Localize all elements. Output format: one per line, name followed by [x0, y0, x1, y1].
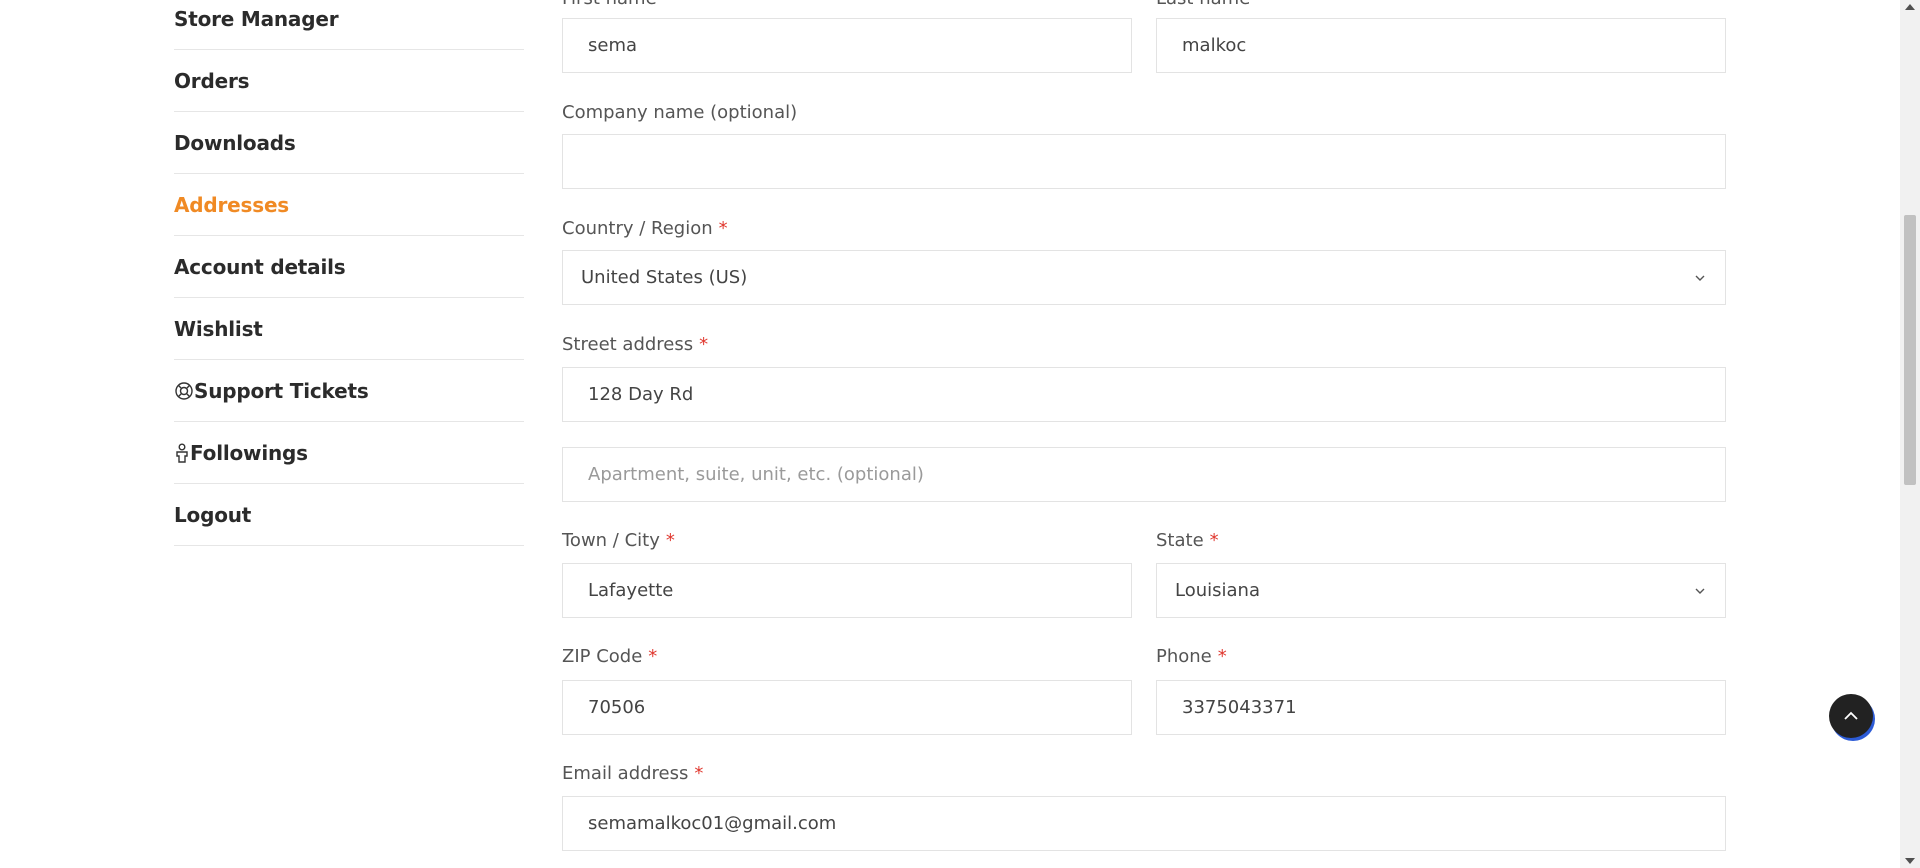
- phone-input[interactable]: [1182, 681, 1725, 734]
- last-name-field[interactable]: [1156, 18, 1726, 73]
- email-input[interactable]: [588, 797, 1725, 850]
- street-input[interactable]: [588, 368, 1725, 421]
- company-input[interactable]: [588, 135, 1725, 188]
- company-field[interactable]: [562, 134, 1726, 189]
- city-field[interactable]: [562, 563, 1132, 618]
- sidebar-item-label: Support Tickets: [194, 378, 369, 403]
- state-select[interactable]: Louisiana: [1156, 563, 1726, 618]
- required-marker: *: [1217, 646, 1227, 667]
- zip-input[interactable]: [588, 681, 1131, 734]
- sidebar-item-label: Orders: [174, 68, 250, 93]
- chevron-up-icon: [1844, 711, 1858, 720]
- person-icon: [174, 443, 190, 463]
- back-to-top-button[interactable]: [1829, 694, 1873, 738]
- sidebar-item-followings[interactable]: Followings: [174, 422, 524, 484]
- sidebar-item-label: Addresses: [174, 192, 290, 217]
- sidebar-item-orders[interactable]: Orders: [174, 50, 524, 112]
- required-marker: *: [665, 530, 675, 551]
- page-scrollbar[interactable]: [1900, 0, 1920, 868]
- street-2-field[interactable]: [562, 447, 1726, 502]
- required-marker: *: [1209, 530, 1219, 551]
- sidebar-item-store-manager[interactable]: Store Manager: [174, 0, 524, 50]
- city-label: Town / City *: [562, 530, 675, 551]
- required-marker: *: [699, 334, 709, 355]
- scroll-thumb[interactable]: [1904, 215, 1916, 485]
- email-field[interactable]: [562, 796, 1726, 851]
- street-label: Street address *: [562, 334, 709, 355]
- first-name-field[interactable]: [562, 18, 1132, 73]
- sidebar-item-label: Followings: [190, 440, 308, 465]
- country-select[interactable]: United States (US): [562, 250, 1726, 305]
- first-name-label: First name: [562, 0, 657, 9]
- sidebar-item-label: Wishlist: [174, 316, 263, 341]
- email-label: Email address *: [562, 763, 704, 784]
- phone-field[interactable]: [1156, 680, 1726, 735]
- lifebuoy-icon: [174, 381, 194, 401]
- state-label: State *: [1156, 530, 1219, 551]
- street-2-input[interactable]: [588, 448, 1725, 501]
- chevron-down-icon: [1695, 588, 1705, 594]
- sidebar-item-support-tickets[interactable]: Support Tickets: [174, 360, 524, 422]
- zip-label: ZIP Code *: [562, 646, 658, 667]
- scroll-down-arrow[interactable]: [1905, 858, 1915, 864]
- required-marker: *: [694, 763, 704, 784]
- sidebar-item-label: Store Manager: [174, 6, 339, 31]
- sidebar-item-label: Account details: [174, 254, 346, 279]
- state-value: Louisiana: [1175, 580, 1260, 601]
- sidebar-item-wishlist[interactable]: Wishlist: [174, 298, 524, 360]
- zip-field[interactable]: [562, 680, 1132, 735]
- sidebar-item-account-details[interactable]: Account details: [174, 236, 524, 298]
- sidebar-item-addresses[interactable]: Addresses: [174, 174, 524, 236]
- first-name-input[interactable]: [588, 19, 1131, 72]
- sidebar-item-label: Logout: [174, 502, 252, 527]
- required-marker: *: [648, 646, 658, 667]
- street-field[interactable]: [562, 367, 1726, 422]
- sidebar-item-label: Downloads: [174, 130, 296, 155]
- country-value: United States (US): [581, 267, 748, 288]
- country-label: Country / Region *: [562, 218, 728, 239]
- chevron-down-icon: [1695, 275, 1705, 281]
- last-name-input[interactable]: [1182, 19, 1725, 72]
- required-marker: *: [718, 218, 728, 239]
- last-name-label: Last name: [1156, 0, 1250, 9]
- phone-label: Phone *: [1156, 646, 1227, 667]
- sidebar-item-logout[interactable]: Logout: [174, 484, 524, 546]
- scroll-up-arrow[interactable]: [1905, 4, 1915, 10]
- city-input[interactable]: [588, 564, 1131, 617]
- account-sidebar: Store Manager Orders Downloads Addresses…: [174, 0, 524, 546]
- company-label: Company name (optional): [562, 102, 798, 123]
- sidebar-item-downloads[interactable]: Downloads: [174, 112, 524, 174]
